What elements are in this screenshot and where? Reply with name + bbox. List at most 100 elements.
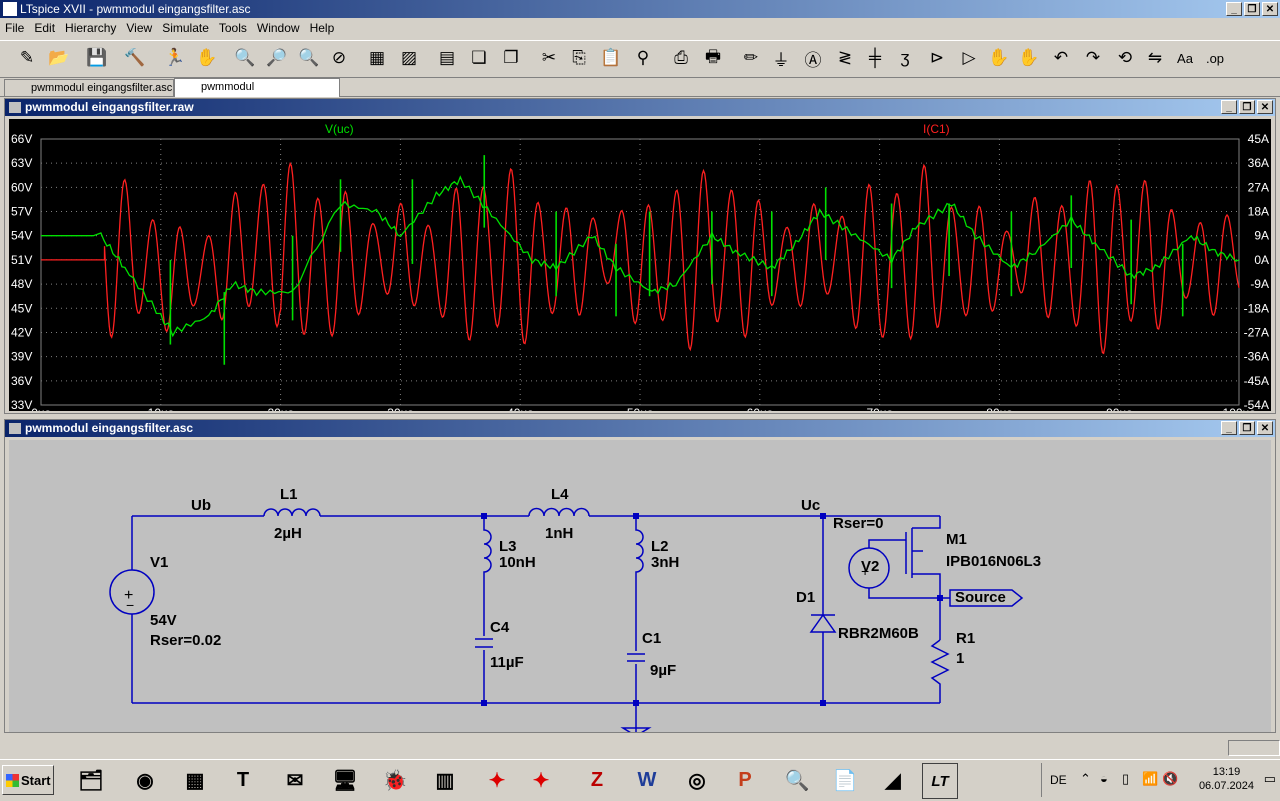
schematic-close-button[interactable]: ✕ [1257,421,1273,435]
component-icon[interactable]: ▷ [956,45,982,71]
zoom-out-icon[interactable]: 🔍 [296,45,322,71]
m1-name[interactable]: M1 [946,531,967,548]
waveform-restore-button[interactable]: ❐ [1239,100,1255,114]
net-label-ub[interactable]: Ub [191,497,211,514]
file-explorer-icon[interactable]: 🗂 [74,763,108,797]
graph-tool-icon[interactable]: ◢ [876,763,910,797]
move-icon[interactable]: ✋ [986,45,1012,71]
open-icon[interactable]: 📂 [46,45,72,71]
tile-vertical-icon[interactable]: ❐ [498,45,524,71]
clock[interactable]: 13:19 06.07.2024 [1199,765,1254,793]
copy-icon[interactable]: ⎘ [566,45,592,71]
new-schematic-icon[interactable]: ✎ [14,45,40,71]
spice-directive-icon[interactable]: .op [1202,45,1228,71]
l4-value[interactable]: 1nH [545,525,573,542]
menu-view[interactable]: View [121,21,157,35]
l2-c1-branch[interactable] [627,516,645,732]
search-tool-icon[interactable]: 🔍 [780,763,814,797]
tray-expand-icon[interactable]: ⌃ [1080,771,1091,787]
undo-icon[interactable]: ↶ [1048,45,1074,71]
m1-symbol[interactable] [905,516,941,640]
redo-icon[interactable]: ↷ [1080,45,1106,71]
menu-simulate[interactable]: Simulate [157,21,214,35]
tab-schematic[interactable]: pwmmodul eingangsfilter.asc [4,79,174,96]
ground-icon[interactable]: ⏚ [768,45,794,71]
powerpoint-icon[interactable]: P [728,763,762,797]
menu-file[interactable]: File [0,21,29,35]
network-icon[interactable]: 🖥 [328,763,362,797]
c4-name[interactable]: C4 [490,619,509,636]
save-icon[interactable]: 💾 [84,45,110,71]
schematic-minimize-button[interactable]: _ [1221,421,1237,435]
schematic-canvas[interactable]: + − + Ub L1 2µH L4 1nH L3 10nH L2 3nH C4… [9,440,1271,732]
menu-hierarchy[interactable]: Hierarchy [60,21,121,35]
r1-name[interactable]: R1 [956,630,975,647]
zoom-in-icon[interactable]: 🔍 [232,45,258,71]
calculator-icon[interactable]: ▦ [178,763,212,797]
r1-value[interactable]: 1 [956,650,964,667]
tab-waveform[interactable]: pwmmodul eingangsfilter.raw [174,78,340,109]
cut-icon[interactable]: ✂ [536,45,562,71]
autorange-icon[interactable]: ▦ [364,45,390,71]
menu-help[interactable]: Help [305,21,340,35]
l2-name[interactable]: L2 [651,538,669,555]
halt-icon[interactable]: ✋ [194,45,220,71]
label-net-icon[interactable]: Ⓐ [800,45,826,71]
l3-value[interactable]: 10nH [499,554,536,571]
trace-label-ic1[interactable]: I(C1) [923,122,950,136]
notifications-icon[interactable]: ▭ [1264,771,1276,787]
input-language[interactable]: DE [1050,773,1067,787]
waveform-window-titlebar[interactable]: pwmmodul eingangsfilter.raw _ ❐ ✕ [5,99,1275,116]
ladybug-icon[interactable]: 🐞 [378,763,412,797]
restore-button[interactable]: ❐ [1244,2,1260,16]
c1-value[interactable]: 9µF [650,662,676,679]
v1-value[interactable]: 54V [150,612,177,629]
v2-name[interactable]: V2 [861,558,879,575]
l1-symbol[interactable] [263,508,321,517]
find-icon[interactable]: ⚲ [630,45,656,71]
paste-icon[interactable]: 📋 [598,45,624,71]
control-panel-icon[interactable]: 🔨 [122,45,148,71]
schematic-window-titlebar[interactable]: pwmmodul eingangsfilter.asc _ ❐ ✕ [5,420,1275,437]
l3-c4-branch[interactable] [475,516,493,703]
schematic-restore-button[interactable]: ❐ [1239,421,1255,435]
chrome-icon[interactable]: ◉ [128,763,162,797]
close-button[interactable]: ✕ [1262,2,1278,16]
l4-symbol[interactable] [528,507,590,517]
l2-value[interactable]: 3nH [651,554,679,571]
obs-icon[interactable]: ◎ [680,763,714,797]
pan-icon[interactable]: 🔎 [264,45,290,71]
cascade-icon[interactable]: ❏ [466,45,492,71]
l1-name[interactable]: L1 [280,486,298,503]
word-icon[interactable]: W [630,763,664,797]
thunderbird-icon[interactable]: ✉ [278,763,312,797]
volume-muted-icon[interactable]: 🔇 [1162,771,1178,787]
filezilla-icon[interactable]: Z [580,763,614,797]
waveform-close-button[interactable]: ✕ [1257,100,1273,114]
net-label-uc[interactable]: Uc [801,497,820,514]
rotate-icon[interactable]: ⟲ [1112,45,1138,71]
minimize-button[interactable]: _ [1226,2,1242,16]
filezilla-red-2-icon[interactable]: ✦ [524,763,558,797]
notepad-icon[interactable]: 📄 [828,763,862,797]
m1-value[interactable]: IPB016N06L3 [946,553,1041,570]
waveform-minimize-button[interactable]: _ [1221,100,1237,114]
menu-tools[interactable]: Tools [214,21,252,35]
text-editor-icon[interactable]: T [226,763,260,797]
c4-value[interactable]: 11µF [490,654,524,671]
source-net-label[interactable]: Source [955,589,1006,606]
mirror-icon[interactable]: ⇋ [1142,45,1168,71]
network-signal-icon[interactable]: 📶 [1142,771,1158,787]
filezilla-red-1-icon[interactable]: ✦ [480,763,514,797]
menu-edit[interactable]: Edit [29,21,60,35]
v1-series-resistance[interactable]: Rser=0.02 [150,632,221,649]
l1-value[interactable]: 2µH [274,525,302,542]
draw-wire-icon[interactable]: ✏ [738,45,764,71]
l3-name[interactable]: L3 [499,538,517,555]
grid-icon[interactable]: ▨ [396,45,422,71]
run-icon[interactable]: 🏃 [162,45,188,71]
v1-name[interactable]: V1 [150,554,168,571]
tile-horizontal-icon[interactable]: ▤ [434,45,460,71]
start-button[interactable]: Start [2,765,54,795]
ltspice-icon[interactable]: LT [922,763,958,799]
